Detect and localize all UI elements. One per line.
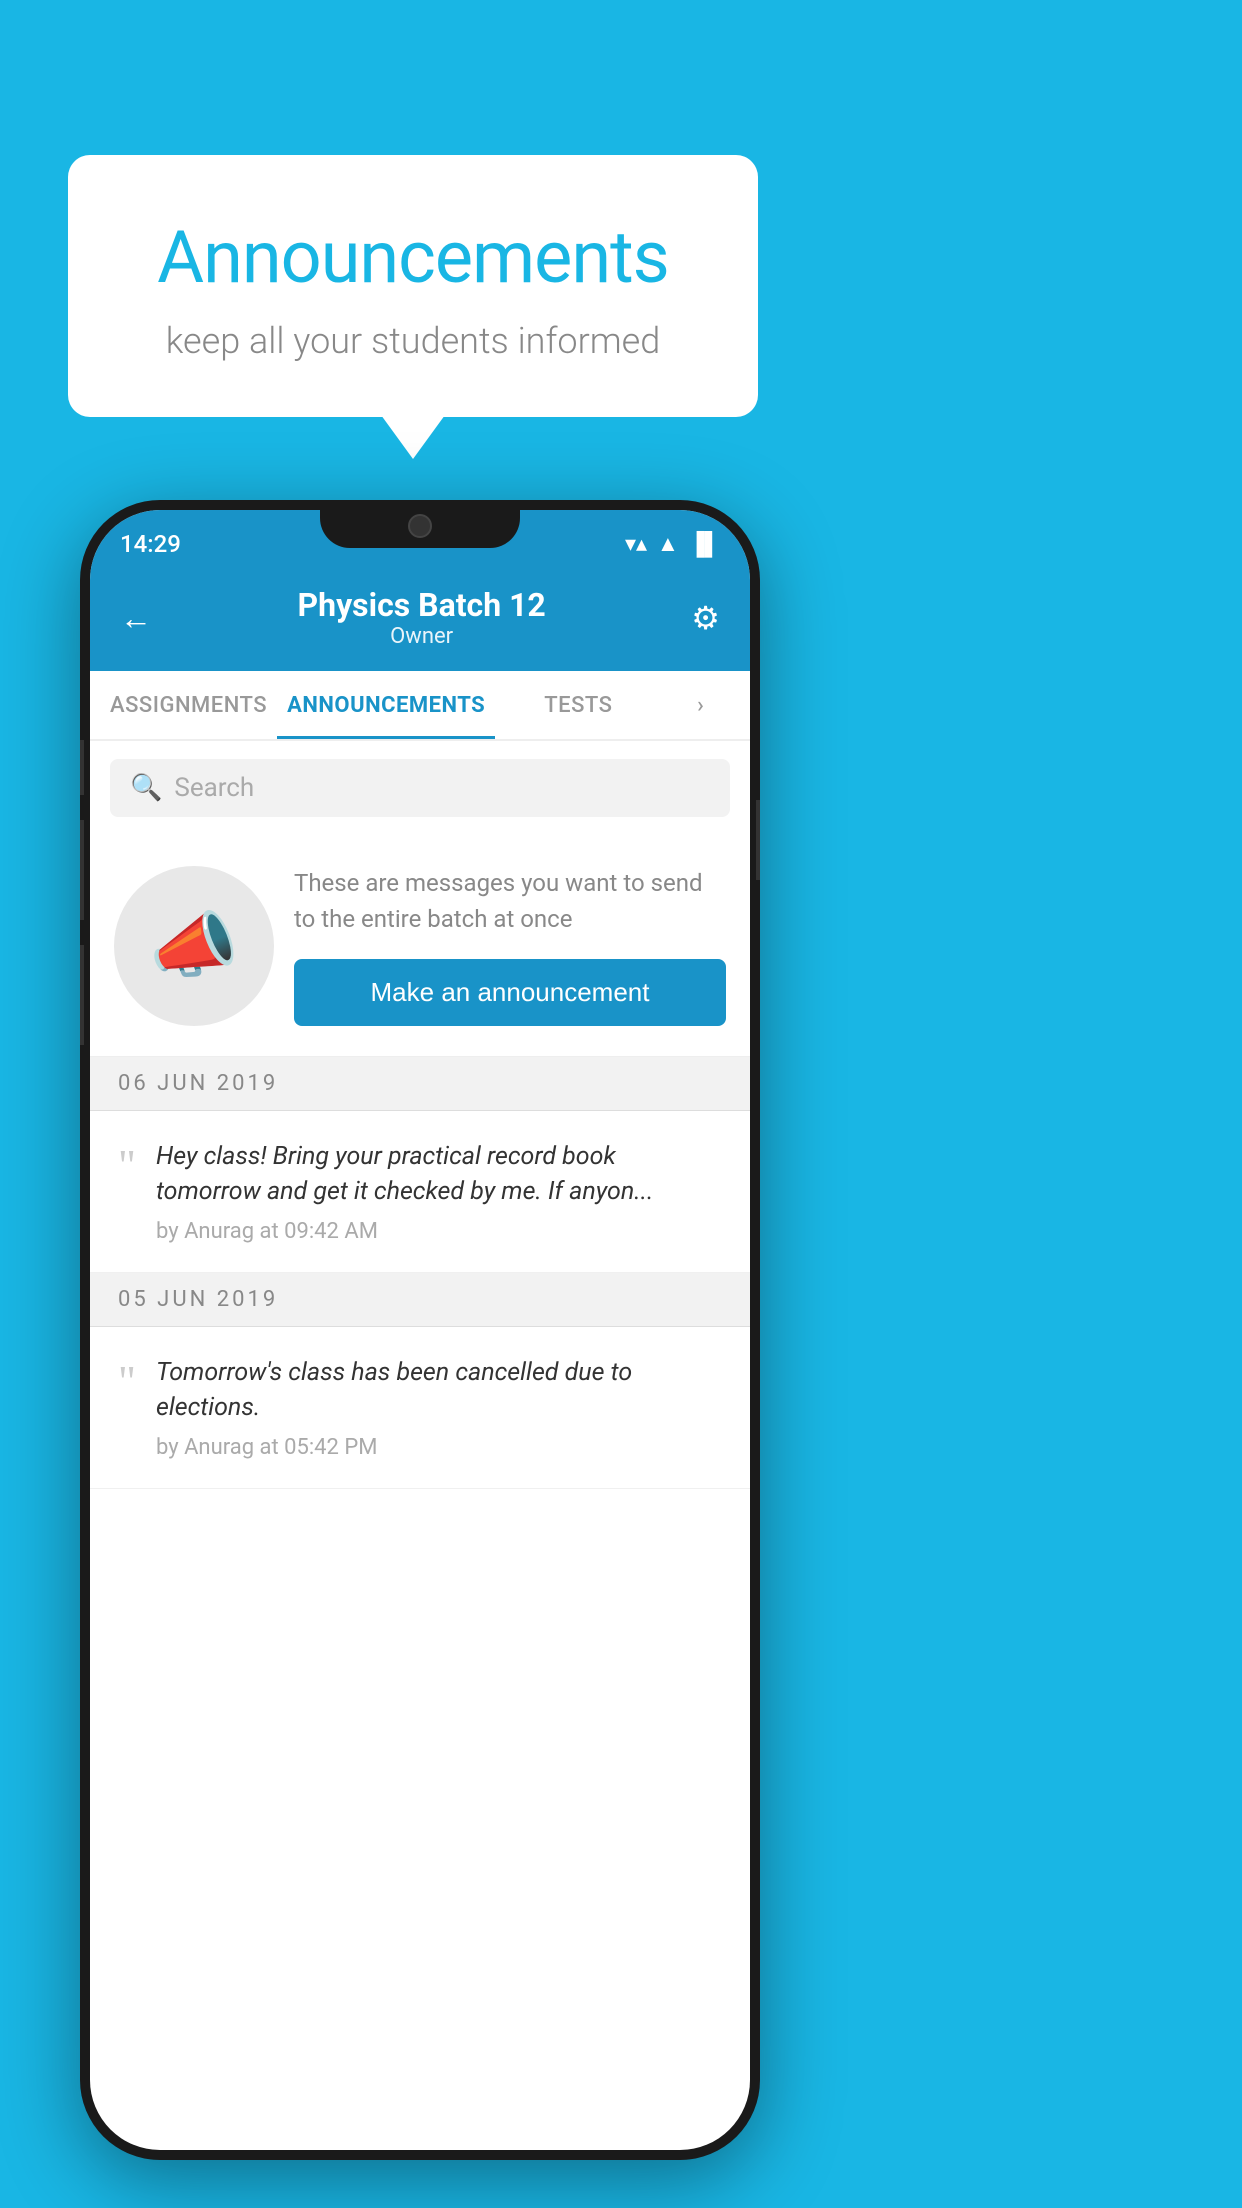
- announcement-meta-1: by Anurag at 09:42 AM: [156, 1219, 722, 1244]
- search-container: 🔍 Search: [90, 741, 750, 835]
- speech-bubble-wrapper: Announcements keep all your students inf…: [68, 155, 758, 417]
- wifi-icon: ▾▴: [625, 532, 647, 557]
- app-header: ← Physics Batch 12 Owner ⚙: [90, 568, 750, 671]
- status-icons: ▾▴ ▲ ▐▌: [625, 531, 720, 557]
- header-center: Physics Batch 12 Owner: [298, 586, 546, 649]
- promo-content: These are messages you want to send to t…: [294, 865, 726, 1026]
- promo-section: 📣 These are messages you want to send to…: [90, 835, 750, 1057]
- date-separator-1: 06 JUN 2019: [90, 1057, 750, 1111]
- signal-icon: ▲: [657, 531, 679, 557]
- tab-more[interactable]: ›: [661, 671, 740, 739]
- tab-announcements[interactable]: ANNOUNCEMENTS: [277, 671, 495, 739]
- tab-assignments[interactable]: ASSIGNMENTS: [100, 671, 277, 739]
- battery-icon: ▐▌: [689, 531, 720, 557]
- search-box[interactable]: 🔍 Search: [110, 759, 730, 817]
- announcement-meta-2: by Anurag at 05:42 PM: [156, 1435, 722, 1460]
- phone-frame: 14:29 ▾▴ ▲ ▐▌ ← Physics Batch 12 Owner ⚙…: [80, 500, 760, 2160]
- make-announcement-button[interactable]: Make an announcement: [294, 959, 726, 1026]
- announcement-text-1: Hey class! Bring your practical record b…: [156, 1139, 722, 1209]
- quote-icon-1: ": [118, 1144, 136, 1188]
- tab-tests[interactable]: TESTS: [495, 671, 661, 739]
- speech-bubble: Announcements keep all your students inf…: [68, 155, 758, 417]
- date-separator-2: 05 JUN 2019: [90, 1273, 750, 1327]
- announcement-text-2: Tomorrow's class has been cancelled due …: [156, 1355, 722, 1425]
- search-icon: 🔍: [130, 773, 162, 803]
- announcement-content-1: Hey class! Bring your practical record b…: [156, 1139, 722, 1244]
- announcement-item-2[interactable]: " Tomorrow's class has been cancelled du…: [90, 1327, 750, 1489]
- status-time: 14:29: [120, 530, 181, 558]
- quote-icon-2: ": [118, 1360, 136, 1404]
- tabs-bar: ASSIGNMENTS ANNOUNCEMENTS TESTS ›: [90, 671, 750, 741]
- megaphone-icon: 📣: [149, 903, 239, 988]
- back-button[interactable]: ←: [120, 599, 152, 637]
- mute-button: [80, 740, 84, 795]
- volume-down-button: [80, 945, 84, 1045]
- phone-notch: [320, 500, 520, 548]
- search-placeholder: Search: [174, 773, 254, 803]
- settings-button[interactable]: ⚙: [691, 599, 720, 637]
- phone-screen: 14:29 ▾▴ ▲ ▐▌ ← Physics Batch 12 Owner ⚙…: [90, 510, 750, 2150]
- power-button: [756, 800, 760, 880]
- bubble-title: Announcements: [118, 215, 708, 300]
- volume-up-button: [80, 820, 84, 920]
- phone-camera: [408, 514, 432, 538]
- header-subtitle: Owner: [298, 624, 546, 649]
- promo-description: These are messages you want to send to t…: [294, 865, 726, 937]
- promo-icon-circle: 📣: [114, 866, 274, 1026]
- announcement-item-1[interactable]: " Hey class! Bring your practical record…: [90, 1111, 750, 1273]
- header-title: Physics Batch 12: [298, 586, 546, 624]
- announcement-content-2: Tomorrow's class has been cancelled due …: [156, 1355, 722, 1460]
- bubble-subtitle: keep all your students informed: [118, 320, 708, 362]
